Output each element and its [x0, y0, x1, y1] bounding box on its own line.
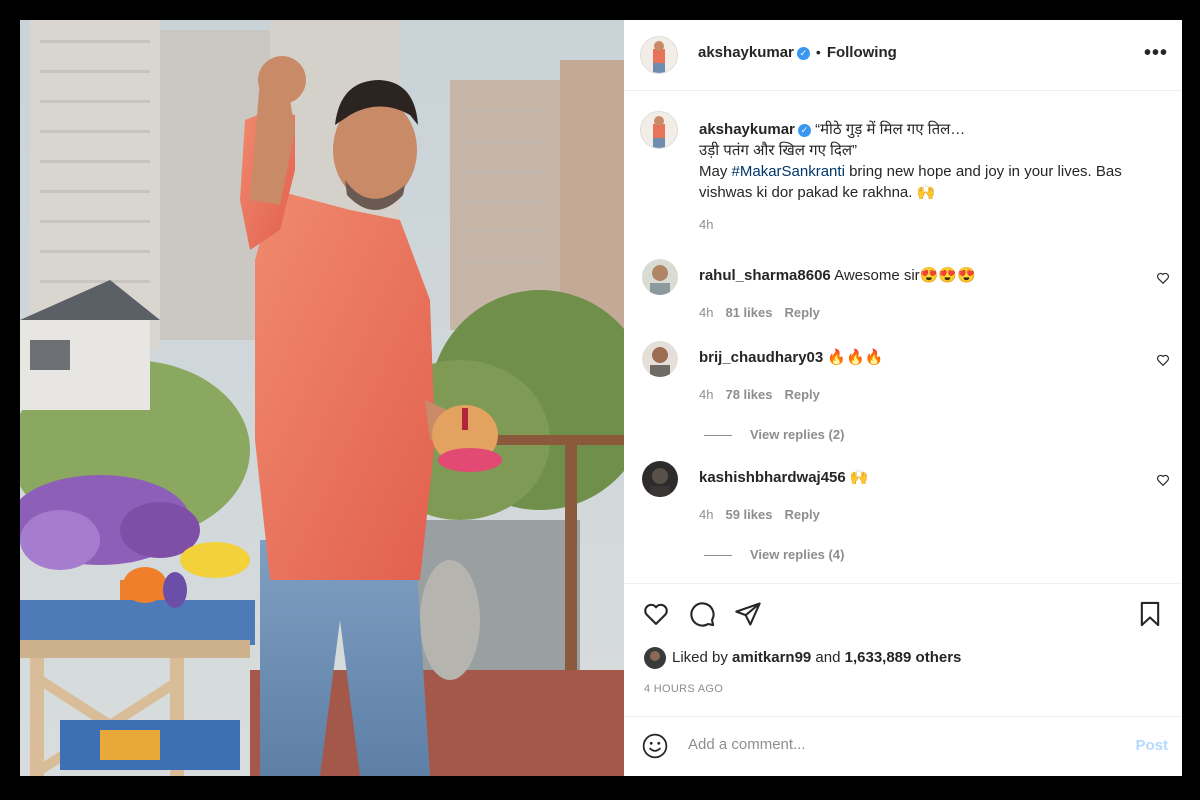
comment-time[interactable]: 4h: [699, 387, 713, 402]
commenter-avatar[interactable]: [642, 259, 678, 295]
comment-text: brij_chaudhary03 🔥🔥🔥: [699, 347, 883, 368]
comment-username[interactable]: brij_chaudhary03: [699, 349, 823, 366]
comment-icon[interactable]: [688, 600, 716, 628]
comment-meta: 4h 81 likes Reply: [699, 305, 832, 320]
comment-username[interactable]: rahul_sharma8606: [699, 267, 831, 284]
author-avatar[interactable]: [640, 111, 678, 149]
comment-meta: 4h 78 likes Reply: [699, 387, 832, 402]
comments-section[interactable]: akshaykumar ✓ “मीठे गुड़ में मिल गए तिल… …: [624, 91, 1182, 584]
share-icon[interactable]: [734, 600, 762, 628]
comment-body: Awesome sir😍😍😍: [834, 267, 976, 284]
caption-line-4: vishwas ki dor pakad ke rakhna. 🙌: [699, 184, 936, 201]
comment-item: brij_chaudhary03 🔥🔥🔥 4h 78 likes Reply Vie…: [624, 341, 1182, 461]
post-image: [20, 20, 624, 776]
post-header: akshaykumar ✓ • Following •••: [624, 20, 1182, 91]
post-comment-button[interactable]: Post: [1135, 737, 1168, 754]
caption: akshaykumar ✓ “मीठे गुड़ में मिल गए तिल… …: [624, 111, 1182, 241]
instagram-post-window: akshaykumar ✓ • Following ••• akshaykumar ✓ …: [20, 20, 1182, 776]
caption-line-3-post: bring new hope and joy in your lives. Ba…: [844, 163, 1122, 180]
view-replies-line: [704, 555, 732, 557]
view-replies-label: View replies (2): [750, 427, 845, 442]
comment-item: rahul_sharma8606 Awesome sir😍😍😍 4h 81 lik…: [624, 259, 1182, 339]
comment-text: rahul_sharma8606 Awesome sir😍😍😍: [699, 265, 976, 286]
comment-likes[interactable]: 81 likes: [725, 305, 772, 320]
likes-summary: Liked by amitkarn99 and 1,633,889 others: [644, 647, 961, 669]
comment-username[interactable]: kashishbhardwaj456: [699, 469, 846, 486]
liker-avatar[interactable]: [644, 647, 666, 669]
reply-button[interactable]: Reply: [784, 387, 819, 402]
more-icon[interactable]: •••: [1144, 42, 1168, 65]
reply-button[interactable]: Reply: [784, 507, 819, 522]
caption-username[interactable]: akshaykumar: [699, 121, 795, 138]
hashtag-link[interactable]: #MakarSankranti: [732, 163, 845, 180]
comment-meta: 4h 59 likes Reply: [699, 507, 832, 522]
separator-dot: •: [815, 44, 821, 60]
author-avatar[interactable]: [640, 36, 678, 74]
verified-badge-icon: ✓: [796, 47, 810, 60]
comment-like-heart-icon[interactable]: [1156, 473, 1170, 487]
likes-count[interactable]: 1,633,889 others: [845, 649, 962, 666]
comment-item: kashishbhardwaj456 🙌 4h 59 likes Reply Vie…: [624, 461, 1182, 581]
caption-line-2: उड़ी पतंग और खिल गए दिल”: [699, 142, 858, 159]
comment-body: 🙌: [849, 469, 869, 486]
comment-body: 🔥🔥🔥: [827, 349, 884, 366]
view-replies-button[interactable]: View replies (4): [704, 547, 844, 562]
liker-username[interactable]: amitkarn99: [732, 649, 811, 666]
post-photo[interactable]: [20, 20, 624, 776]
post-sidebar: akshaykumar ✓ • Following ••• akshaykumar ✓ …: [624, 20, 1182, 776]
caption-meta: 4h: [699, 217, 725, 232]
caption-line-3-pre: May: [699, 163, 732, 180]
author-username[interactable]: akshaykumar: [698, 44, 794, 61]
bookmark-icon[interactable]: [1136, 600, 1164, 628]
verified-badge-icon: ✓: [797, 124, 811, 137]
comment-likes[interactable]: 78 likes: [725, 387, 772, 402]
view-replies-button[interactable]: View replies (2): [704, 427, 844, 442]
emoji-icon[interactable]: [642, 733, 668, 759]
reply-button[interactable]: Reply: [784, 305, 819, 320]
likes-prefix: Liked by: [672, 648, 733, 666]
comment-like-heart-icon[interactable]: [1156, 271, 1170, 285]
comment-time[interactable]: 4h: [699, 507, 713, 522]
comment-time[interactable]: 4h: [699, 305, 713, 320]
heart-icon[interactable]: [642, 600, 670, 628]
caption-time[interactable]: 4h: [699, 217, 713, 232]
add-comment-bar: Post: [624, 716, 1182, 776]
caption-text: akshaykumar ✓ “मीठे गुड़ में मिल गए तिल… …: [699, 119, 1122, 203]
view-replies-label: View replies (4): [750, 547, 845, 562]
likes-middle: and: [811, 648, 845, 666]
view-replies-line: [704, 435, 732, 437]
commenter-avatar[interactable]: [642, 341, 678, 377]
commenter-avatar[interactable]: [642, 461, 678, 497]
comment-text: kashishbhardwaj456 🙌: [699, 467, 869, 488]
caption-line-1: “मीठे गुड़ में मिल गए तिल…: [815, 121, 966, 138]
comment-likes[interactable]: 59 likes: [725, 507, 772, 522]
comment-like-heart-icon[interactable]: [1156, 353, 1170, 367]
comment-input[interactable]: [686, 735, 1110, 754]
post-timestamp[interactable]: 4 HOURS AGO: [644, 683, 723, 695]
following-button[interactable]: Following: [827, 44, 897, 61]
